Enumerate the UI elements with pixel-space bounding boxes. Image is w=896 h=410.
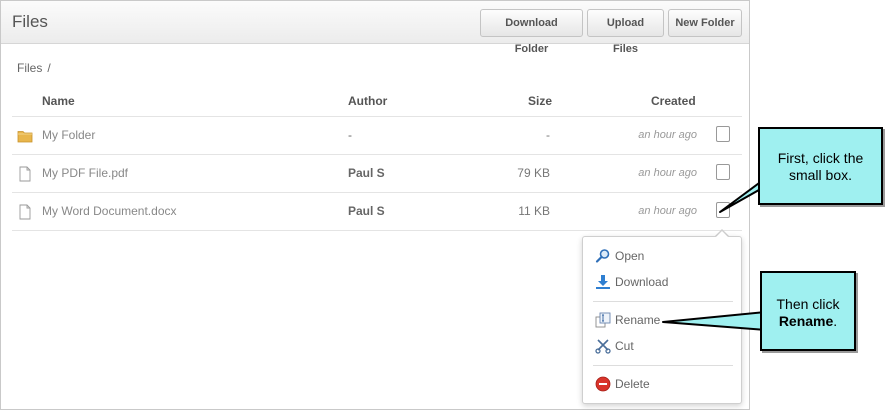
callout-text-prefix: Then click [776, 296, 840, 312]
file-author: - [348, 128, 352, 142]
folder-icon [17, 131, 33, 143]
menu-item-label: Download [615, 275, 669, 289]
column-header-created[interactable]: Created [651, 94, 696, 108]
menu-item-label: Rename [615, 313, 661, 327]
new-folder-button[interactable]: New Folder [668, 9, 742, 37]
callout-text: First, click the small box. [777, 150, 864, 183]
scissors-icon [595, 339, 611, 354]
menu-item-open[interactable]: Open [595, 247, 731, 265]
rename-icon [595, 312, 611, 328]
menu-item-cut[interactable]: Cut [595, 337, 731, 355]
menu-item-label: Cut [615, 339, 634, 353]
menu-item-delete[interactable]: Delete [595, 375, 731, 393]
menu-divider [593, 365, 733, 366]
menu-item-label: Delete [615, 377, 650, 391]
file-size: 79 KB [517, 166, 550, 180]
row-divider [12, 192, 742, 193]
row-divider [12, 154, 742, 155]
breadcrumb: Files / [17, 61, 51, 75]
file-icon [19, 166, 31, 182]
file-name[interactable]: My Word Document.docx [42, 204, 177, 218]
page-title: Files [12, 12, 48, 31]
magnifier-icon [595, 249, 610, 263]
file-created: an hour ago [638, 129, 697, 141]
column-header-name[interactable]: Name [42, 94, 75, 108]
callout-seam-2 [762, 312, 766, 332]
row-select-checkbox[interactable] [716, 202, 730, 218]
menu-divider [593, 301, 733, 302]
instruction-callout-first: First, click the small box. [758, 127, 883, 205]
callout-seam-1 [760, 158, 764, 190]
callout-text-bold: Rename [778, 313, 834, 329]
delete-circle-icon [595, 376, 611, 392]
instruction-callout-second: Then click Rename. [760, 271, 856, 351]
menu-item-rename[interactable]: Rename [595, 311, 731, 329]
file-icon [19, 204, 31, 220]
panel-header: Files Download Folder Upload Files New F… [1, 1, 749, 55]
column-header-size[interactable]: Size [528, 94, 552, 108]
file-name[interactable]: My PDF File.pdf [42, 166, 128, 180]
file-author: Paul S [348, 166, 385, 180]
download-folder-button[interactable]: Download Folder [480, 9, 583, 55]
row-divider [12, 116, 742, 117]
file-created: an hour ago [638, 167, 697, 179]
column-header-author[interactable]: Author [348, 94, 387, 108]
file-created: an hour ago [638, 205, 697, 217]
file-name[interactable]: My Folder [42, 128, 95, 142]
file-context-menu: Open Download Rename Cut Delete [582, 236, 742, 404]
breadcrumb-root-link[interactable]: Files [17, 61, 42, 75]
breadcrumb-separator: / [47, 61, 51, 75]
file-size: 11 KB [518, 204, 550, 218]
download-arrow-icon [596, 275, 610, 289]
menu-item-download[interactable]: Download [595, 273, 731, 291]
menu-pointer-inner [715, 231, 729, 238]
row-select-checkbox[interactable] [716, 126, 730, 142]
row-select-checkbox[interactable] [716, 164, 730, 180]
file-author: Paul S [348, 204, 385, 218]
row-divider [12, 230, 742, 231]
file-size: - [546, 128, 550, 142]
menu-item-label: Open [615, 249, 645, 263]
upload-files-button[interactable]: Upload Files [587, 9, 664, 55]
callout-text-suffix: . [833, 313, 838, 329]
